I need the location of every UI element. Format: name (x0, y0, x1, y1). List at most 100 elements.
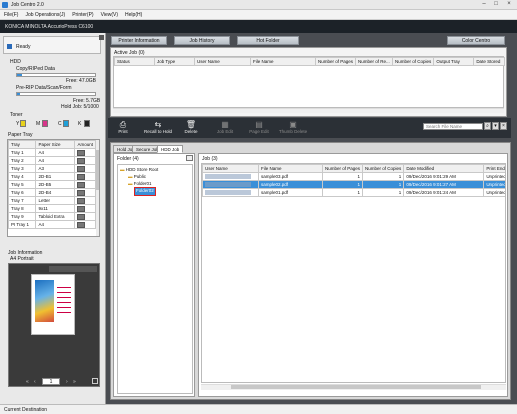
tree-folder02[interactable]: Folder02 (134, 187, 156, 196)
close-icon[interactable]: × (503, 1, 515, 8)
paper-tray-title: Paper Tray (8, 132, 33, 138)
maximize-icon[interactable]: □ (490, 1, 502, 8)
job-history-button[interactable]: Job History (174, 36, 230, 45)
recall-label: Recall to Hold (143, 129, 172, 134)
tray-row[interactable]: Tray 7 Letter (8, 196, 96, 205)
col-file-name[interactable]: File Name (258, 164, 323, 173)
clear-search-icon[interactable]: × (500, 122, 507, 130)
fit-page-icon[interactable] (92, 378, 98, 384)
col-num-pages[interactable]: Number of Pages (321, 164, 364, 173)
tray-scrollbar[interactable] (96, 140, 99, 236)
col-status[interactable]: Status (114, 57, 155, 66)
job-file-name: sample03.pdf (258, 172, 323, 181)
tree-public[interactable]: ▬ Public (128, 174, 146, 179)
tree-root[interactable]: ▬ HDD Store Root (120, 167, 158, 172)
tray-row[interactable]: Tray 1 A4 (8, 148, 96, 157)
print-button[interactable]: ⎙ Print (108, 121, 138, 136)
col-date-stored[interactable]: Date Stored (473, 57, 505, 66)
job-info-orientation: A4 Portrait (10, 256, 34, 262)
tray-paper-size: A3 (35, 164, 76, 173)
menu-file[interactable]: File(F) (0, 10, 21, 18)
pane-collapse-icon[interactable] (99, 35, 104, 40)
toner-m-icon (42, 120, 48, 127)
recall-icon: ⇆ (154, 120, 162, 129)
hdd-title: HDD (10, 59, 21, 65)
job-row[interactable]: sample03.pdf 1 1 09/Dec/2016 9:01:29 AM Unpr… (202, 172, 505, 181)
col-user-name[interactable]: User Name (202, 164, 259, 173)
hold-job-count: Hold Job: 5/1000 (61, 104, 99, 110)
job-user-name (202, 180, 259, 189)
toner-k-icon (84, 120, 90, 127)
active-job-table: Status Job Type User Name File Name Numb… (113, 56, 505, 108)
tray-row[interactable]: Tray 9 Tabloid Extra (8, 212, 96, 221)
menu-view[interactable]: View(V) (97, 10, 121, 18)
delete-button[interactable]: 🗑 Delete (176, 121, 206, 136)
col-print-end[interactable]: Print End (483, 164, 505, 173)
col-num-copies[interactable]: Number of Copies (392, 57, 435, 66)
page-number-input[interactable]: 1 (42, 378, 60, 385)
thumb-delete-button[interactable]: ▣ Thumb Delete (278, 121, 308, 136)
status-bar: Current Destination (0, 404, 517, 414)
col-amount[interactable]: Amount (74, 140, 96, 149)
menu-help[interactable]: Help(H) (121, 10, 145, 18)
hot-folder-button[interactable]: Hot Folder (237, 36, 299, 45)
tree-root-label: HDD Store Root (125, 167, 159, 172)
col-date-modified[interactable]: Date Modified (403, 164, 485, 173)
tray-amount-icon (77, 221, 86, 228)
page-thumbnail[interactable] (31, 274, 75, 335)
tray-amount-icon (77, 189, 86, 196)
folder-icon: ▬ (120, 167, 125, 172)
next-page-icon[interactable]: › (66, 379, 68, 385)
device-name: KONICA MINOLTA AccurioPress C6100 (5, 24, 94, 30)
col-output-tray[interactable]: Output Tray (433, 57, 475, 66)
active-job-hscroll[interactable] (113, 108, 504, 113)
tray-row[interactable]: Tray 6 2D-B4 (8, 188, 96, 197)
job-hscroll[interactable] (201, 384, 506, 390)
col-tray[interactable]: Tray (8, 140, 37, 149)
col-paper-size[interactable]: Paper Size (35, 140, 76, 149)
menu-printer[interactable]: Printer(P) (68, 10, 96, 18)
toner-y-icon (20, 120, 26, 127)
last-page-icon[interactable]: » (73, 379, 76, 385)
user-name-redacted (205, 189, 251, 195)
tray-row[interactable]: PI Tray 1 A4 (8, 220, 96, 229)
col-num-copies[interactable]: Number of Copies (362, 164, 405, 173)
folder-settings-icon[interactable] (186, 155, 193, 161)
tray-row[interactable]: Tray 4 2D-B1 (8, 172, 96, 181)
user-name-redacted (205, 181, 251, 187)
job-row[interactable]: sample01.pdf 1 1 09/Dec/2016 9:01:24 AM Unpr… (202, 188, 505, 197)
search-icon[interactable]: ⌕ (484, 122, 491, 130)
prev-page-icon[interactable]: ‹ (34, 379, 36, 385)
printer-status-icon (7, 44, 12, 49)
tray-name: Tray 3 (8, 164, 37, 173)
tray-row[interactable]: Tray 8 9x11 (8, 204, 96, 213)
tray-row[interactable]: Tray 3 A3 (8, 164, 96, 173)
first-page-icon[interactable]: « (26, 379, 29, 385)
col-file-name[interactable]: File Name (250, 57, 316, 66)
tree-folder01[interactable]: ▬ Folder01 (128, 181, 152, 186)
col-num-re[interactable]: Number of Re... (355, 57, 394, 66)
col-user-name[interactable]: User Name (194, 57, 251, 66)
toner-y-label: Y (16, 121, 20, 127)
page-edit-button[interactable]: ▤ Page Edit (244, 121, 274, 136)
recall-to-hold-button[interactable]: ⇆ Recall to Hold (142, 121, 174, 136)
tray-name: Tray 4 (8, 172, 37, 181)
tray-row[interactable]: Tray 2 A4 (8, 156, 96, 165)
tray-row[interactable]: Tray 5 2D-B5 (8, 180, 96, 189)
job-copies: 1 (362, 172, 405, 181)
tray-paper-size: 2D-B4 (35, 188, 76, 197)
filter-icon[interactable]: ▾ (492, 122, 499, 130)
menu-job-operations[interactable]: Job Operations(J) (21, 10, 68, 18)
col-num-pages[interactable]: Number of Pages (314, 57, 357, 66)
printer-information-button[interactable]: Printer Information (111, 36, 167, 45)
job-panel: Job (3) User Name File Name Number of Pa… (198, 153, 508, 397)
tab-hdd-job[interactable]: HDD Job (157, 145, 184, 153)
col-job-type[interactable]: Job Type (154, 57, 195, 66)
job-edit-button[interactable]: ▦ Job Edit (210, 121, 240, 136)
tray-amount-icon (77, 173, 86, 180)
search-input[interactable] (423, 123, 483, 130)
minimize-icon[interactable]: – (478, 1, 490, 8)
folder-panel: Folder (4) ▬ HDD Store Root ▬ Public ▬ F… (113, 153, 195, 397)
job-row[interactable]: sample02.pdf 1 1 09/Dec/2016 9:01:27 AM Unpr… (202, 180, 505, 189)
color-centro-button[interactable]: Color Centro (447, 36, 505, 45)
